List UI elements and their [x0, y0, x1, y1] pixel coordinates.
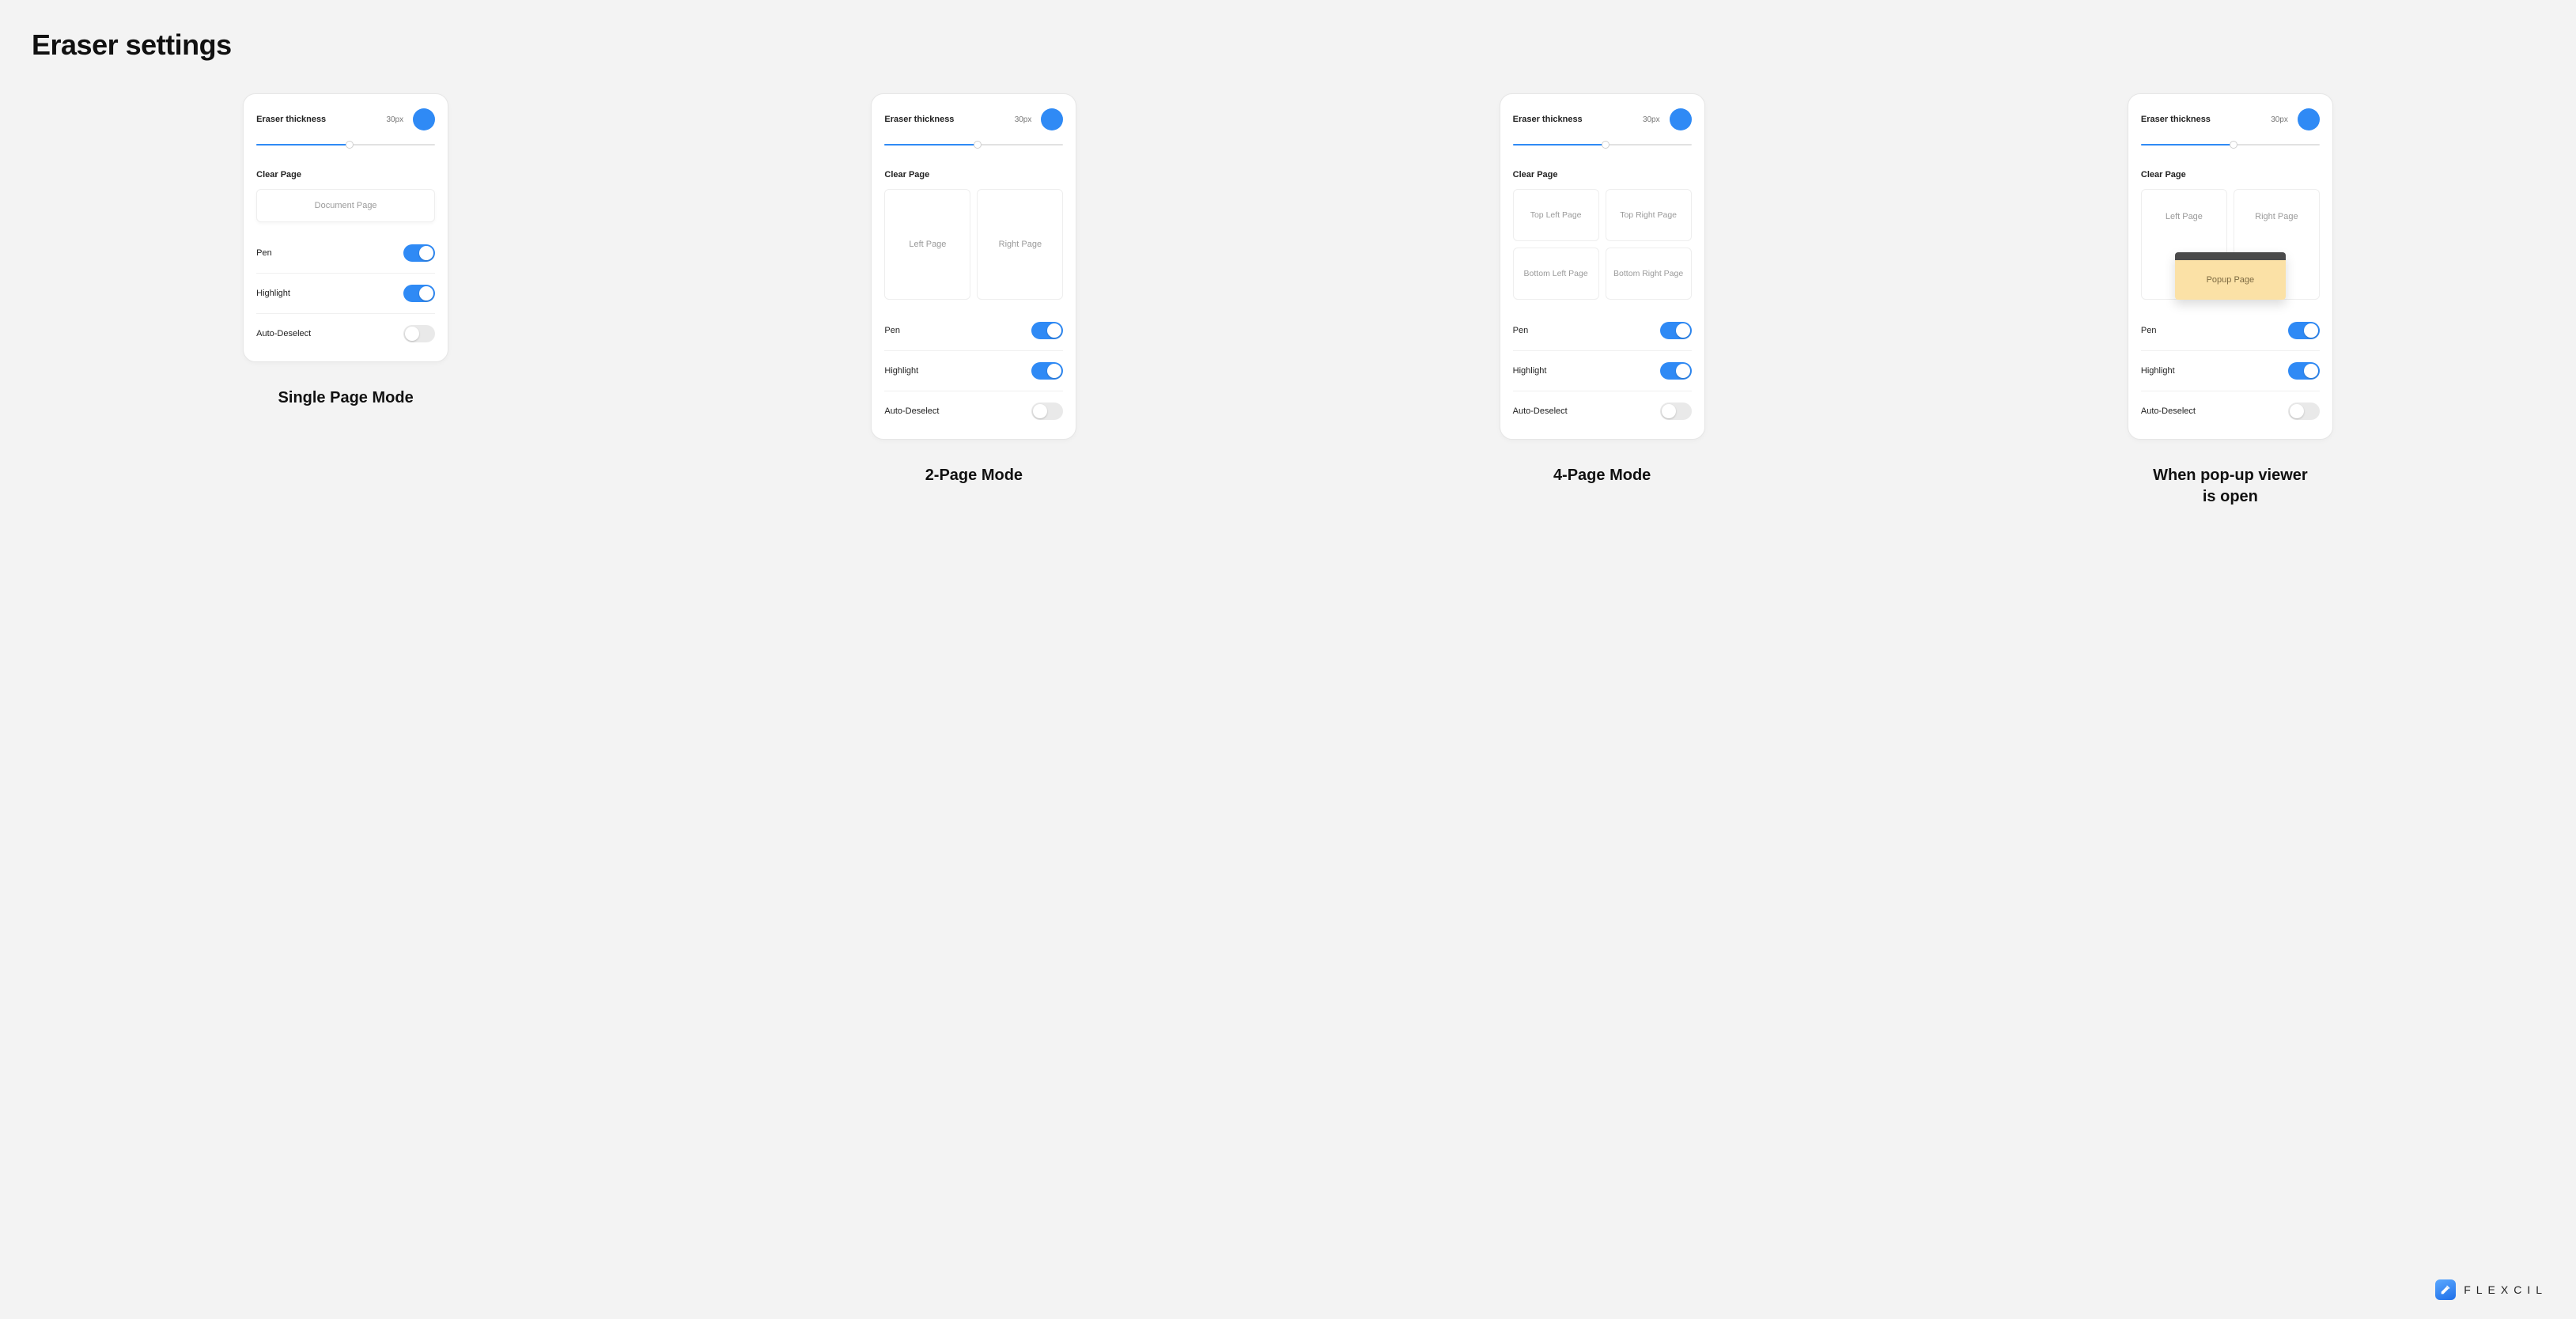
toggle-row-autodeselect: Auto-Deselect	[256, 314, 435, 353]
slider-fill	[884, 144, 978, 146]
page-title: Eraser settings	[32, 28, 2544, 62]
caption-four: 4-Page Mode	[1553, 465, 1651, 486]
clear-page-label: Clear Page	[256, 170, 435, 180]
thickness-value: 30px	[1015, 115, 1032, 124]
autodeselect-toggle-label: Auto-Deselect	[884, 406, 939, 416]
brand-text: FLEXCIL	[2464, 1283, 2548, 1296]
clear-right-page-button[interactable]: Right Page	[977, 189, 1063, 300]
toggle-row-autodeselect: Auto-Deselect	[2141, 391, 2320, 431]
highlight-toggle-label: Highlight	[2141, 366, 2175, 376]
thickness-label: Eraser thickness	[2141, 115, 2271, 124]
clear-page-label: Clear Page	[884, 170, 1063, 180]
clear-left-page-button[interactable]: Left Page	[884, 189, 970, 300]
popup-titlebar	[2175, 252, 2286, 260]
highlight-toggle[interactable]	[1660, 362, 1692, 380]
toggle-row-pen: Pen	[884, 311, 1063, 351]
thickness-value: 30px	[386, 115, 403, 124]
toggle-row-highlight: Highlight	[256, 274, 435, 314]
eraser-panel-single: Eraser thickness 30px Clear Page Documen…	[243, 93, 448, 362]
autodeselect-toggle[interactable]	[403, 325, 435, 342]
popup-page-label: Popup Page	[2175, 260, 2286, 300]
thickness-row: Eraser thickness 30px	[884, 108, 1063, 130]
toggle-row-autodeselect: Auto-Deselect	[884, 391, 1063, 431]
thickness-preview-dot	[2298, 108, 2320, 130]
toggle-row-highlight: Highlight	[884, 351, 1063, 391]
panels-row: Eraser thickness 30px Clear Page Documen…	[32, 93, 2544, 508]
autodeselect-toggle-label: Auto-Deselect	[256, 329, 311, 338]
column-two: Eraser thickness 30px Clear Page Left Pa…	[683, 93, 1264, 486]
pen-toggle[interactable]	[1031, 322, 1063, 339]
toggle-row-highlight: Highlight	[2141, 351, 2320, 391]
thickness-slider[interactable]	[884, 138, 1063, 151]
thickness-label: Eraser thickness	[256, 115, 386, 124]
thickness-slider[interactable]	[2141, 138, 2320, 151]
pen-toggle-label: Pen	[1513, 326, 1529, 335]
highlight-toggle-label: Highlight	[256, 289, 290, 298]
slider-thumb[interactable]	[2230, 141, 2237, 149]
pen-toggle[interactable]	[1660, 322, 1692, 339]
thickness-label: Eraser thickness	[884, 115, 1014, 124]
pen-toggle[interactable]	[403, 244, 435, 262]
thickness-value: 30px	[1643, 115, 1660, 124]
pen-toggle[interactable]	[2288, 322, 2320, 339]
slider-thumb[interactable]	[974, 141, 982, 149]
thickness-row: Eraser thickness 30px	[256, 108, 435, 130]
thickness-row: Eraser thickness 30px	[1513, 108, 1692, 130]
thickness-preview-dot	[1041, 108, 1063, 130]
column-four: Eraser thickness 30px Clear Page Top Lef…	[1312, 93, 1893, 486]
column-popup: Eraser thickness 30px Clear Page Left Pa…	[1940, 93, 2521, 508]
toggle-row-pen: Pen	[1513, 311, 1692, 351]
clear-area-single: Document Page	[256, 189, 435, 222]
clear-area-four: Top Left Page Top Right Page Bottom Left…	[1513, 189, 1692, 300]
autodeselect-toggle[interactable]	[2288, 403, 2320, 420]
toggle-row-pen: Pen	[2141, 311, 2320, 351]
autodeselect-toggle-label: Auto-Deselect	[2141, 406, 2196, 416]
toggle-row-pen: Pen	[256, 233, 435, 274]
flexcil-icon	[2435, 1279, 2456, 1300]
highlight-toggle[interactable]	[2288, 362, 2320, 380]
clear-bottom-right-button[interactable]: Bottom Right Page	[1606, 248, 1692, 300]
thickness-slider[interactable]	[1513, 138, 1692, 151]
brand-badge: FLEXCIL	[2435, 1279, 2548, 1300]
slider-fill	[1513, 144, 1606, 146]
pen-toggle-label: Pen	[256, 248, 272, 258]
highlight-toggle[interactable]	[403, 285, 435, 302]
thickness-slider[interactable]	[256, 138, 435, 151]
thickness-label: Eraser thickness	[1513, 115, 1643, 124]
eraser-panel-two: Eraser thickness 30px Clear Page Left Pa…	[871, 93, 1076, 440]
autodeselect-toggle[interactable]	[1660, 403, 1692, 420]
caption-single: Single Page Mode	[278, 387, 414, 409]
pen-toggle-label: Pen	[884, 326, 900, 335]
clear-top-right-button[interactable]: Top Right Page	[1606, 189, 1692, 241]
thickness-preview-dot	[413, 108, 435, 130]
highlight-toggle[interactable]	[1031, 362, 1063, 380]
autodeselect-toggle-label: Auto-Deselect	[1513, 406, 1568, 416]
thickness-row: Eraser thickness 30px	[2141, 108, 2320, 130]
toggle-row-highlight: Highlight	[1513, 351, 1692, 391]
column-single: Eraser thickness 30px Clear Page Documen…	[55, 93, 636, 409]
caption-two: 2-Page Mode	[925, 465, 1023, 486]
clear-page-label: Clear Page	[2141, 170, 2320, 180]
slider-thumb[interactable]	[1602, 141, 1610, 149]
clear-top-left-button[interactable]: Top Left Page	[1513, 189, 1599, 241]
eraser-panel-popup: Eraser thickness 30px Clear Page Left Pa…	[2128, 93, 2333, 440]
highlight-toggle-label: Highlight	[884, 366, 918, 376]
clear-popup-page-button[interactable]: Popup Page	[2175, 252, 2286, 300]
pen-toggle-label: Pen	[2141, 326, 2157, 335]
highlight-toggle-label: Highlight	[1513, 366, 1547, 376]
slider-thumb[interactable]	[346, 141, 354, 149]
clear-page-label: Clear Page	[1513, 170, 1692, 180]
thickness-value: 30px	[2271, 115, 2288, 124]
slider-fill	[256, 144, 350, 146]
slider-fill	[2141, 144, 2234, 146]
clear-bottom-left-button[interactable]: Bottom Left Page	[1513, 248, 1599, 300]
eraser-panel-four: Eraser thickness 30px Clear Page Top Lef…	[1500, 93, 1705, 440]
caption-popup: When pop-up viewer is open	[2153, 465, 2308, 508]
toggle-row-autodeselect: Auto-Deselect	[1513, 391, 1692, 431]
clear-area-two: Left Page Right Page	[884, 189, 1063, 300]
clear-area-popup: Left Page Right Page Popup Page	[2141, 189, 2320, 300]
autodeselect-toggle[interactable]	[1031, 403, 1063, 420]
thickness-preview-dot	[1670, 108, 1692, 130]
clear-document-page-button[interactable]: Document Page	[256, 189, 435, 222]
